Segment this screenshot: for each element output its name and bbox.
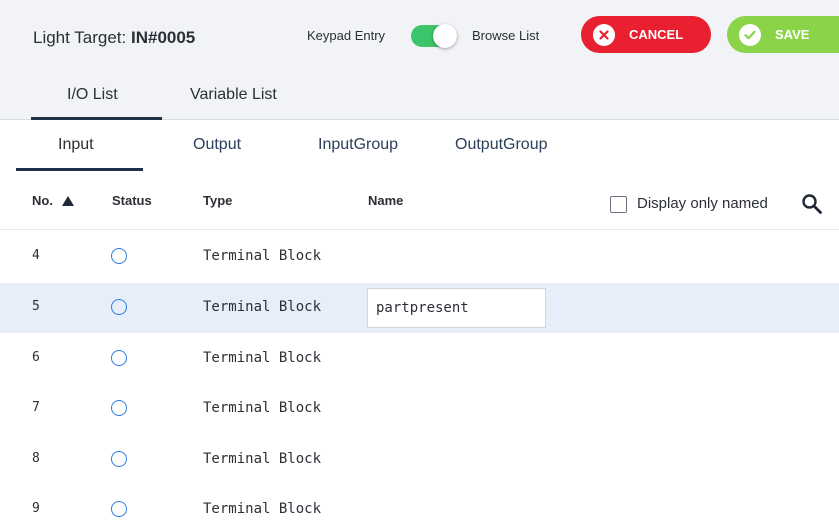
tab-input[interactable]: Input [58,136,94,154]
save-button[interactable]: SAVE [727,16,839,53]
active-subtab-indicator [16,168,143,171]
tab-io-list[interactable]: I/O List [67,86,118,104]
status-circle-icon [111,350,127,366]
sub-tab-bar: Input Output InputGroup OutputGroup [0,120,839,172]
row-type: Terminal Block [203,350,322,366]
table-header: No. Status Type Name Display only named [0,172,839,230]
save-label: SAVE [775,27,810,42]
row-number: 5 [32,299,40,314]
table-row[interactable]: 7 Terminal Block [0,384,839,434]
main-tab-bar: I/O List Variable List [0,75,839,120]
status-circle-icon [111,248,127,264]
entry-mode-toggle[interactable] [411,24,457,48]
row-type: Terminal Block [203,451,322,467]
status-circle-icon [111,451,127,467]
row-type: Terminal Block [203,248,322,264]
column-header-name[interactable]: Name [368,193,403,208]
sort-ascending-icon [61,196,74,206]
page-title: Light Target: IN#0005 [33,28,195,48]
row-type: Terminal Block [203,299,322,315]
browse-list-label: Browse List [472,28,540,43]
table-row-selected[interactable]: 5 Terminal Block [0,283,839,333]
search-icon[interactable] [801,193,823,215]
toggle-knob [433,24,457,48]
title-value: IN#0005 [130,28,196,47]
row-number: 9 [32,501,40,516]
column-no-label: No. [32,193,53,208]
display-only-named-checkbox[interactable] [610,196,627,213]
column-header-type[interactable]: Type [203,193,232,208]
name-input[interactable] [367,288,546,328]
column-header-status[interactable]: Status [112,193,152,208]
cancel-label: CANCEL [629,27,684,42]
row-number: 8 [32,451,40,466]
row-number: 7 [32,400,40,415]
display-only-named-label[interactable]: Display only named [637,195,768,212]
row-type: Terminal Block [203,501,322,517]
column-header-no[interactable]: No. [32,193,74,208]
tab-variable-list[interactable]: Variable List [190,86,277,104]
header-bar: Light Target: IN#0005 Keypad Entry Brows… [0,0,839,75]
keypad-entry-label: Keypad Entry [307,28,386,43]
tab-output[interactable]: Output [193,136,241,154]
table-row[interactable]: 4 Terminal Block [0,232,839,282]
table-row[interactable]: 8 Terminal Block [0,435,839,485]
status-circle-icon [111,299,127,315]
check-circle-icon [739,23,761,46]
title-prefix: Light Target: [33,28,131,47]
tab-outputgroup[interactable]: OutputGroup [455,136,548,154]
close-circle-icon [593,23,615,46]
row-number: 4 [32,248,40,263]
status-circle-icon [111,501,127,517]
table-row[interactable]: 6 Terminal Block [0,334,839,384]
status-circle-icon [111,400,127,416]
cancel-button[interactable]: CANCEL [581,16,711,53]
table-row[interactable]: 9 Terminal Block [0,485,839,523]
row-type: Terminal Block [203,400,322,416]
tab-inputgroup[interactable]: InputGroup [318,136,398,154]
row-number: 6 [32,350,40,365]
